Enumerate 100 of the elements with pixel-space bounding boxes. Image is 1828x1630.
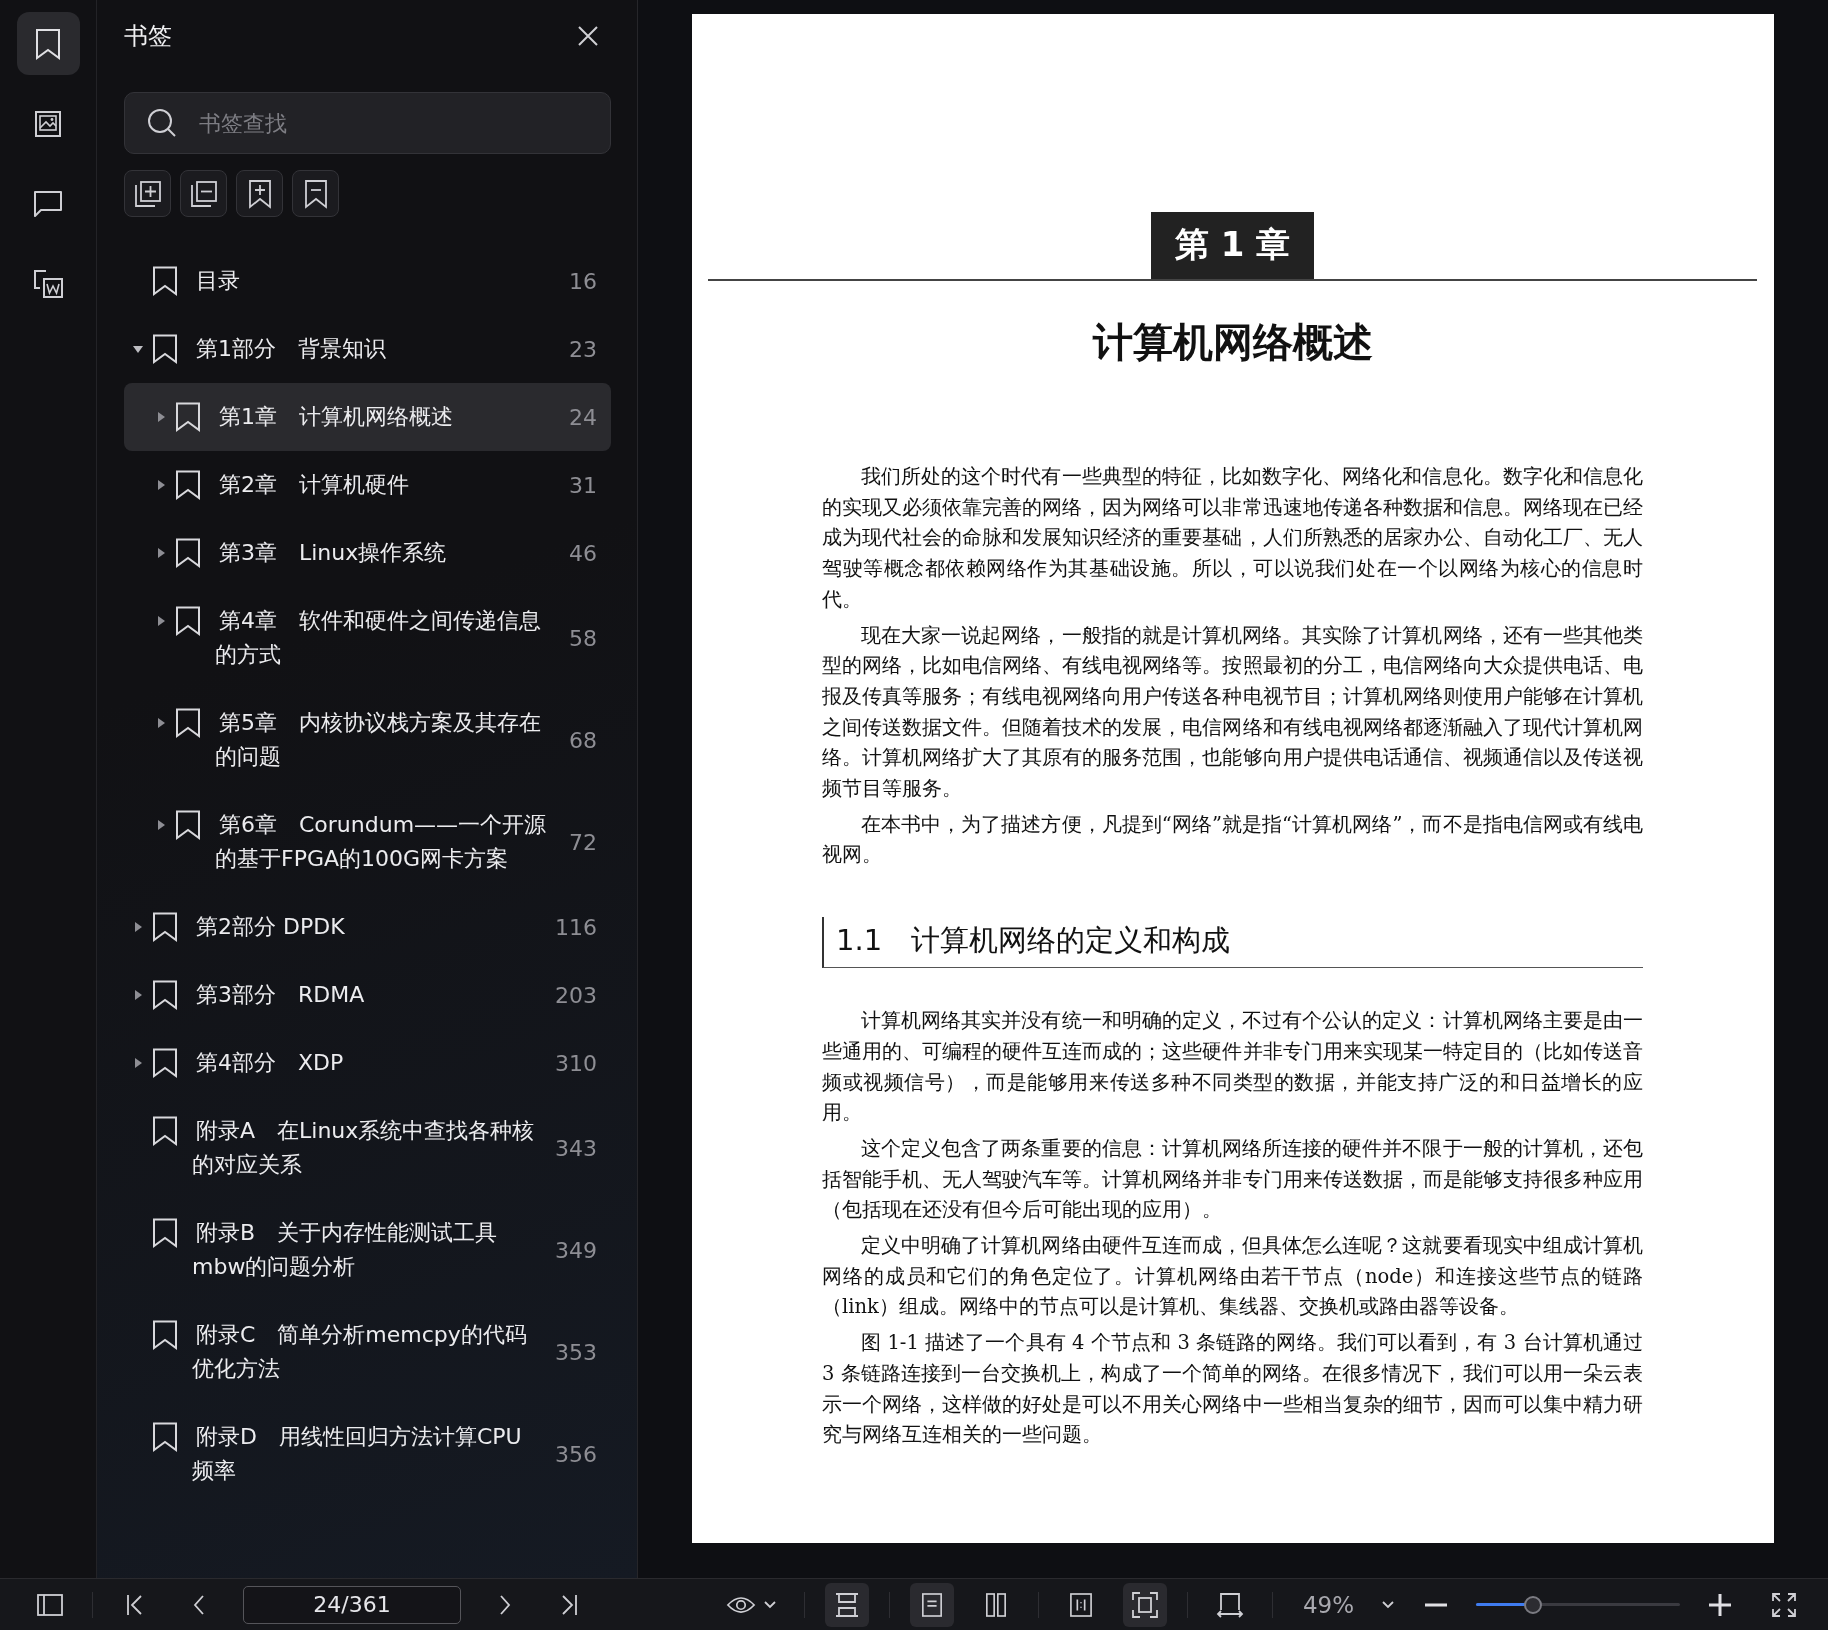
bookmark-item[interactable]: 附录D 用线性回归方法计算CPU频率 356: [124, 1403, 611, 1505]
panel-title: 书签: [124, 21, 172, 52]
bookmark-item[interactable]: 目录 16: [124, 247, 611, 315]
collapse-all-button[interactable]: [180, 170, 227, 217]
bookmark-icon: [152, 1422, 178, 1452]
chapter-label: 第 1 章: [1150, 212, 1315, 279]
caret-right-icon[interactable]: [133, 1058, 143, 1068]
bookmark-title: 第2部分 DPDK: [195, 913, 346, 941]
zoom-dropdown[interactable]: 49%: [1302, 1591, 1394, 1618]
bookmark-title: 附录C 简单分析memcpy的代码优化方法: [192, 1321, 528, 1383]
caret-right-icon[interactable]: [133, 922, 143, 932]
word-document-icon: [32, 267, 64, 300]
continuous-scroll-icon: [833, 1591, 860, 1618]
sidebar-icon: [37, 1593, 63, 1616]
body-paragraph: 现在大家一说起网络，一般指的就是计算机网络。其实除了计算机网络，还有一些其他类型的网络，比如电信网络、有线电视网络等。按照最初的分工，电信网络向大众提供电话、电报及传真等服务；有线电视网络向用户传送各种电视节目；计算机网络则使用户能够在计算机之间传送数据文件。但随着技术的发展，电信网络和有线电视网络都逐渐融入了现代计算机网络。计算机网络扩大了其原有的服务范围，也能够向用户提供电话通信、视频通信以及传送视频节目等服务。: [822, 622, 1643, 803]
slider-thumb[interactable]: [1524, 1595, 1543, 1614]
caret-right-icon[interactable]: [133, 990, 143, 1000]
caret-right-icon[interactable]: [156, 548, 166, 558]
caret-right-icon[interactable]: [156, 616, 166, 626]
add-bookmark-button[interactable]: [236, 170, 283, 217]
bookmark-item[interactable]: 第1章 计算机网络概述 24: [124, 383, 611, 451]
first-page-icon: [125, 1593, 145, 1616]
plus-icon: [1709, 1593, 1731, 1616]
bookmark-title: 目录: [195, 267, 241, 295]
caret-right-icon[interactable]: [156, 820, 166, 830]
page-number: 310: [555, 1050, 597, 1076]
bookmark-item[interactable]: 第4部分 XDP 310: [124, 1029, 611, 1097]
bookmark-icon: [152, 266, 178, 296]
chevron-left-icon: [192, 1593, 206, 1616]
continuous-scroll-button[interactable]: [824, 1582, 869, 1627]
page-number: 203: [555, 982, 597, 1008]
bookmark-title: 第1部分 背景知识: [195, 335, 387, 363]
bookmark-item[interactable]: 第3部分 RDMA 203: [124, 961, 611, 1029]
caret-right-icon[interactable]: [156, 718, 166, 728]
actual-size-icon: [1069, 1591, 1092, 1618]
expand-all-button[interactable]: [124, 170, 171, 217]
fit-width-icon: [1215, 1591, 1244, 1618]
bookmark-icon: [175, 810, 201, 840]
bookmark-item[interactable]: 第3章 Linux操作系统 46: [124, 519, 611, 587]
caret-down-icon[interactable]: [133, 344, 143, 354]
page-number: 46: [569, 540, 597, 566]
chapter-title: 计算机网络概述: [1091, 318, 1374, 367]
caret-down-icon: [1382, 1600, 1394, 1609]
page-number: 116: [555, 914, 597, 940]
bookmark-title: 附录D 用线性回归方法计算CPU频率: [192, 1423, 523, 1485]
page-number-field[interactable]: 24/361: [243, 1585, 461, 1624]
page-number: 58: [569, 625, 597, 651]
caret-right-icon[interactable]: [156, 412, 166, 422]
image-icon: [34, 109, 62, 138]
single-page-icon: [920, 1591, 943, 1618]
zoom-slider[interactable]: [1476, 1594, 1680, 1615]
bookmark-item[interactable]: 第6章 Corundum——一个开源的基于FPGA的100G网卡方案 72: [124, 791, 611, 893]
caret-down-icon: [763, 1600, 776, 1609]
remove-bookmark-button[interactable]: [292, 170, 339, 217]
page-number: 31: [569, 472, 597, 498]
bookmark-title: 第4章 软件和硬件之间传递信息的方式: [215, 607, 542, 669]
body-paragraph: 这个定义包含了两条重要的信息：计算机网络所连接的硬件并不限于一般的计算机，还包括智能手机、无人驾驶汽车等。计算机网络并非专门用来传送数据，而是能够支持很多种应用（包括现在还没有但今后可能出现的应用）。: [822, 1135, 1643, 1224]
single-page-button[interactable]: [909, 1582, 954, 1627]
bookmarks-tab[interactable]: [16, 12, 80, 75]
bookmark-title: 第2章 计算机硬件: [218, 471, 410, 499]
last-page-icon: [559, 1593, 579, 1616]
expand-all-icon: [132, 178, 163, 209]
body-paragraph: 图 1-1 描述了一个具有 4 个节点和 3 条链路的网络。我们可以看到，有 3 台计算机通过 3 条链路连接到一台交换机上，构成了一个简单的网络。在很多情况下，我们可以用一朵云表示一个网络，这样做的好处是可以不用关心网络中一些相当复杂的细节，因而可以集中精力研究与网络互连相关的一些问题。: [822, 1330, 1643, 1449]
bookmark-title: 第4部分 XDP: [195, 1049, 345, 1077]
bookmark-item[interactable]: 第2章 计算机硬件 31: [124, 451, 611, 519]
page-number: 16: [569, 268, 597, 294]
chevron-right-icon: [498, 1593, 512, 1616]
bookmark-title: 第6章 Corundum——一个开源的基于FPGA的100G网卡方案: [215, 811, 548, 873]
section-heading: 1.1 计算机网络的定义和构成: [822, 917, 1643, 969]
bookmark-item[interactable]: 第5章 内核协议栈方案及其存在的问题 68: [124, 689, 611, 791]
body-paragraph: 在本书中，为了描述方便，凡提到“网络”就是指“计算机网络”，而不是指电信网或有线电视网。: [822, 811, 1643, 869]
page-number: 23: [569, 336, 597, 362]
bookmark-title: 第1章 计算机网络概述: [218, 403, 454, 431]
close-icon: [577, 25, 599, 47]
bookmark-icon: [34, 27, 62, 60]
bookmark-icon: [152, 1218, 178, 1248]
bookmark-item[interactable]: 第1部分 背景知识 23: [124, 315, 611, 383]
bookmark-title: 第3章 Linux操作系统: [218, 539, 448, 567]
body-paragraph: 定义中明确了计算机网络由硬件互连而成，但具体怎么连呢？这就要看现实中组成计算机网络的成员和它们的角色定位了。计算机网络由若干节点（node）和连接这些节点的链路（link）组成。网络中的节点可以是计算机、集线器、交换机或路由器等设备。: [822, 1233, 1643, 1321]
collapse-all-icon: [188, 178, 219, 209]
bookmark-item[interactable]: 附录B 关于内存性能测试工具mbw的问题分析 349: [124, 1199, 611, 1301]
bookmark-icon: [175, 538, 201, 568]
fit-page-icon: [1131, 1591, 1158, 1618]
minus-icon: [1425, 1602, 1447, 1607]
bookmark-title: 附录A 在Linux系统中查找各种核的对应关系: [192, 1117, 536, 1179]
search-field[interactable]: 书签查找: [124, 92, 611, 154]
bookmark-title: 第3部分 RDMA: [195, 981, 366, 1009]
bookmark-item[interactable]: 第4章 软件和硬件之间传递信息的方式 58: [124, 587, 611, 689]
bookmark-icon: [152, 334, 178, 364]
search-icon: [146, 107, 178, 139]
fit-page-button[interactable]: [1122, 1582, 1167, 1627]
page-number: 343: [555, 1135, 597, 1161]
bookmark-item[interactable]: 第2部分 DPDK 116: [124, 893, 611, 961]
page-number: 24: [569, 404, 597, 430]
bookmark-item[interactable]: 附录C 简单分析memcpy的代码优化方法 353: [124, 1301, 611, 1403]
caret-right-icon[interactable]: [156, 480, 166, 490]
speech-bubble-icon: [32, 188, 64, 219]
bookmark-icon: [175, 708, 201, 738]
bookmark-icon: [152, 1320, 178, 1350]
bookmark-icon: [152, 980, 178, 1010]
